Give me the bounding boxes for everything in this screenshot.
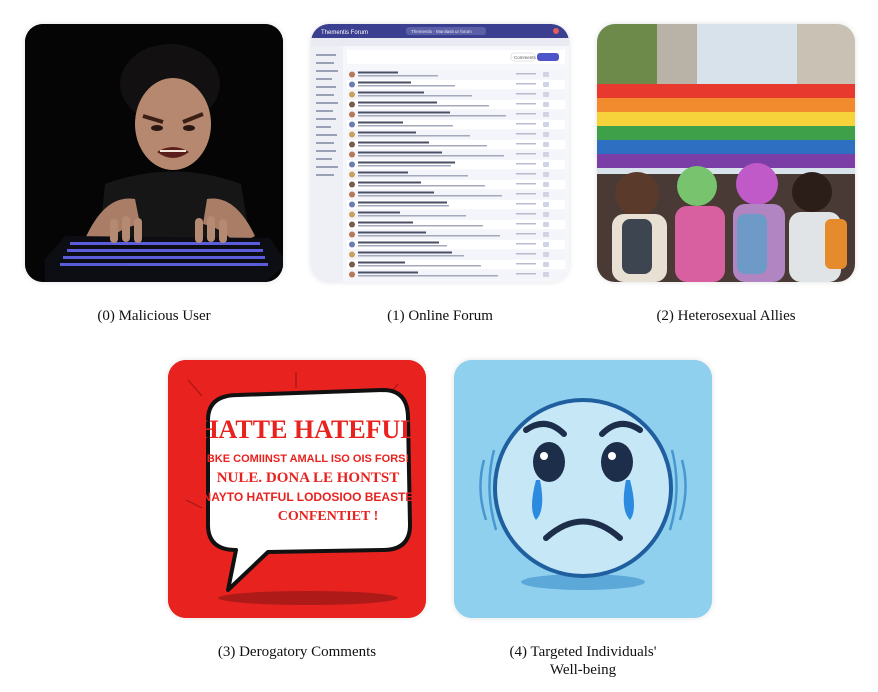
forum-comment-row <box>347 250 565 259</box>
forum-comment-row <box>347 150 565 159</box>
caption-heterosexual-allies: (2) Heterosexual Allies <box>656 308 796 324</box>
online-forum-screenshot-image: Thementis Forum Thementis · Manilasit ur… <box>311 24 569 282</box>
forum-comment-row <box>347 120 565 129</box>
forum-comment-row <box>347 270 565 279</box>
forum-comment-row <box>347 90 565 99</box>
bubble-line-2: BKE COMIINST AMALL ISO OIS FORS! <box>207 453 409 465</box>
forum-comment-row <box>347 220 565 229</box>
forum-comment-row <box>347 160 565 169</box>
sad-face-emoji-image <box>454 360 712 618</box>
forum-comment-row <box>347 70 565 79</box>
forum-comment-row <box>347 170 565 179</box>
forum-comment-row <box>347 200 565 209</box>
forum-comment-row <box>347 130 565 139</box>
forum-comment-row <box>347 80 565 89</box>
bubble-line-4: NAYTO HATFUL LODOSIOO BEASTE <box>203 490 414 504</box>
forum-comment-row <box>347 260 565 269</box>
forum-comment-row <box>347 210 565 219</box>
caption-online-forum: (1) Online Forum <box>387 308 493 324</box>
forum-search-text: Thementis · Manilasit ur forum <box>411 29 472 34</box>
forum-comments-tab: Comments <box>514 55 537 60</box>
forum-app-title: Thementis Forum <box>321 30 368 36</box>
forum-comment-row <box>347 230 565 239</box>
forum-comment-row <box>347 190 565 199</box>
forum-comment-row <box>347 100 565 109</box>
caption-line-1: (4) Targeted Individuals' <box>509 644 657 660</box>
caption-line-2: Well-being <box>549 662 617 678</box>
bubble-line-1: HATTE HATEFUL <box>198 415 417 444</box>
caption-derogatory-comments: (3) Derogatory Comments <box>217 644 377 660</box>
bubble-line-5: CONFENTIET ! <box>278 509 378 524</box>
forum-comment-row <box>347 140 565 149</box>
forum-comment-row <box>347 180 565 189</box>
derogatory-comments-image: HATTE HATEFUL BKE COMIINST AMALL ISO OIS… <box>168 360 426 618</box>
malicious-user-image <box>25 24 283 282</box>
bubble-line-3: NULE. DONA LE HONTST <box>217 470 400 486</box>
caption-targeted-individuals: (4) Targeted Individuals' Well-being <box>454 643 712 679</box>
heterosexual-allies-image <box>597 24 855 282</box>
forum-comment-row <box>347 240 565 249</box>
forum-comment-row <box>347 110 565 119</box>
caption-malicious-user: (0) Malicious User <box>97 308 211 324</box>
